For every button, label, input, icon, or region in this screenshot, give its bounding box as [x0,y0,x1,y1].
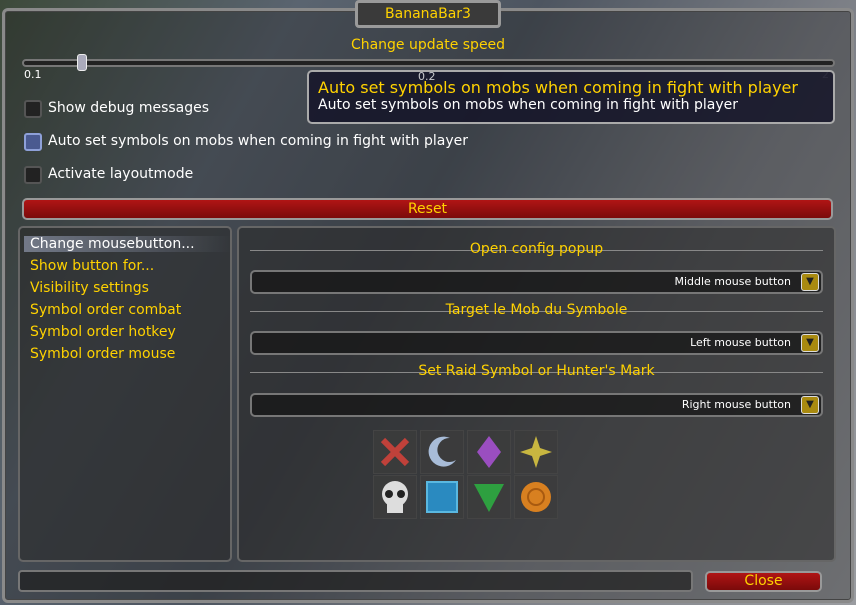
auto-symbols-checkbox[interactable] [24,133,42,151]
tooltip-text: Auto set symbols on mobs when coming in … [318,97,738,113]
target-dropdown[interactable]: Left mouse button ▼ [250,331,823,355]
moon-icon[interactable] [420,430,464,474]
section-header: Set Raid Symbol or Hunter's Mark [250,363,823,381]
cross-icon[interactable] [373,430,417,474]
auto-symbols-label: Auto set symbols on mobs when coming in … [48,133,468,149]
star-icon[interactable] [514,430,558,474]
raid-symbol-dropdown[interactable]: Right mouse button ▼ [250,393,823,417]
nav-item-order-hotkey[interactable]: Symbol order hotkey [30,324,176,340]
layoutmode-label: Activate layoutmode [48,166,194,182]
debug-label: Show debug messages [48,100,210,116]
window-title: BananaBar3 [355,0,501,28]
speed-slider[interactable] [22,59,835,67]
symbol-grid [373,430,560,519]
slider-mid-label: 0.2 [418,70,436,83]
nav-panel: Change mousebutton... Show button for...… [18,226,232,562]
square-icon[interactable] [420,475,464,519]
section-header: Target le Mob du Symbole [250,302,823,320]
reset-button[interactable]: Reset [22,198,833,220]
triangle-icon[interactable] [467,475,511,519]
status-bar [18,570,693,592]
nav-item-order-mouse[interactable]: Symbol order mouse [30,346,175,362]
tooltip-title: Auto set symbols on mobs when coming in … [318,78,798,97]
tooltip: Auto set symbols on mobs when coming in … [307,70,835,124]
nav-item-order-combat[interactable]: Symbol order combat [30,302,181,318]
slider-thumb[interactable] [77,54,87,71]
layoutmode-checkbox[interactable] [24,166,42,184]
diamond-icon[interactable] [467,430,511,474]
header-open-config: Open config popup [469,241,604,257]
nav-item-show-button-for[interactable]: Show button for... [30,258,154,274]
dropdown-value: Middle mouse button [674,275,791,288]
open-config-dropdown[interactable]: Middle mouse button ▼ [250,270,823,294]
skull-icon[interactable] [373,475,417,519]
speed-label: Change update speed [350,37,506,53]
circle-icon[interactable] [514,475,558,519]
nav-item-visibility[interactable]: Visibility settings [30,280,149,296]
dropdown-value: Left mouse button [690,336,791,349]
chevron-down-icon[interactable]: ▼ [801,273,819,291]
dropdown-value: Right mouse button [681,398,791,411]
chevron-down-icon[interactable]: ▼ [801,334,819,352]
section-header: Open config popup [250,241,823,259]
chevron-down-icon[interactable]: ▼ [801,396,819,414]
close-button[interactable]: Close [705,571,822,592]
slider-min-label: 0.1 [24,68,42,81]
header-raid-symbol: Set Raid Symbol or Hunter's Mark [418,363,655,379]
nav-item-change-mousebutton[interactable]: Change mousebutton... [24,236,232,252]
header-target: Target le Mob du Symbole [445,302,628,318]
debug-checkbox[interactable] [24,100,42,118]
